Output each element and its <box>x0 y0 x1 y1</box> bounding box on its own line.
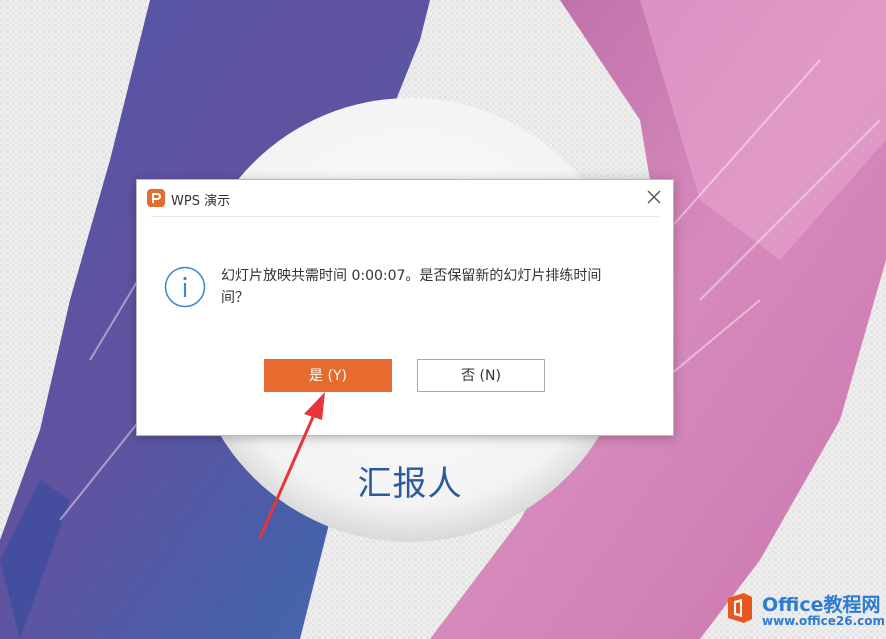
watermark-title: Office教程网 <box>762 594 881 616</box>
office-logo-icon <box>728 593 752 623</box>
dialog-titlebar[interactable]: WPS 演示 <box>137 180 673 216</box>
yes-button[interactable]: 是 (Y) <box>264 359 392 392</box>
watermark: Office教程网 www.office26.com <box>722 588 886 634</box>
watermark-url: www.office26.com <box>762 614 886 628</box>
no-button[interactable]: 否 (N) <box>417 359 545 392</box>
info-icon <box>164 266 206 308</box>
dialog-message: 幻灯片放映共需时间 0:00:07。是否保留新的幻灯片排练时间 间？ <box>221 265 661 309</box>
dialog-title: WPS 演示 <box>171 194 231 209</box>
message-line-1: 幻灯片放映共需时间 0:00:07。是否保留新的幻灯片排练时间 <box>221 268 602 284</box>
message-line-2: 间？ <box>221 290 249 306</box>
wps-presentation-icon <box>147 189 165 207</box>
close-icon[interactable] <box>643 186 665 208</box>
title-divider <box>151 216 659 217</box>
reporter-label: 汇报人 <box>357 464 463 504</box>
wps-dialog: WPS 演示 幻灯片放映共需时间 0:00:07。是否保留新的幻灯片排练时间 间… <box>136 179 674 436</box>
